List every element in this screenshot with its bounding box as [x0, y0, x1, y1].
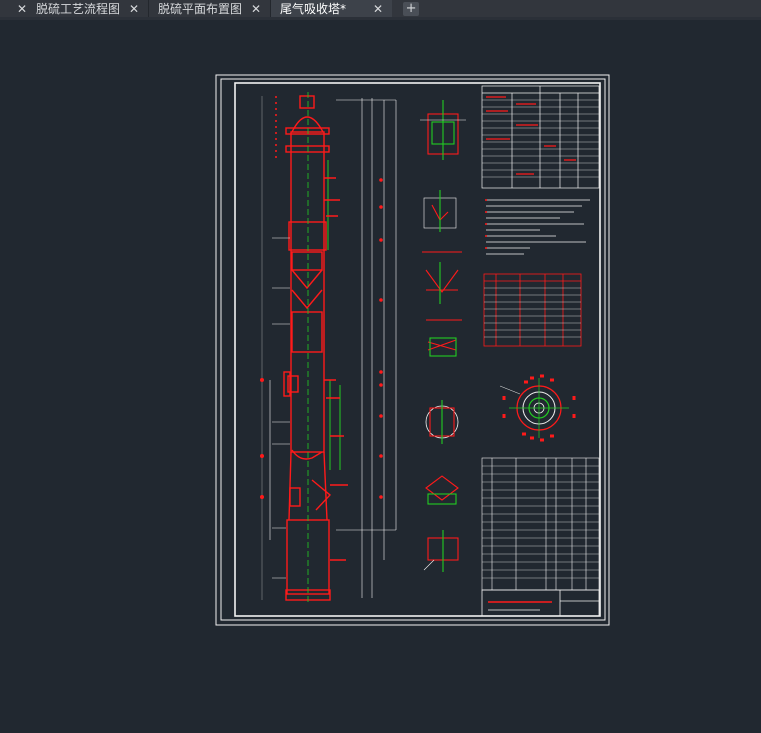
absorption-tower [260, 92, 397, 604]
tab-label: 尾气吸收塔* [280, 2, 347, 16]
technical-notes [485, 199, 590, 255]
close-icon[interactable]: ✕ [16, 2, 28, 16]
close-icon[interactable]: ✕ [372, 2, 384, 16]
outer-frame [215, 74, 610, 626]
detail-views [420, 100, 466, 572]
title-block [481, 589, 600, 617]
close-icon[interactable]: ✕ [250, 2, 262, 16]
tab-label: 脱硫工艺流程图 [36, 2, 121, 16]
tab-tail-gas-absorber[interactable]: 尾气吸收塔* ✕ [271, 0, 393, 17]
cad-drawing [215, 74, 610, 626]
tab-bar: ✕ 脱硫工艺流程图 ✕ 脱硫平面布置图 ✕ 尾气吸收塔* ✕ + [0, 0, 761, 17]
parts-list-table [481, 457, 600, 591]
design-data-table [481, 85, 600, 189]
tab-desulfurization-layout[interactable]: 脱硫平面布置图 ✕ [149, 0, 270, 17]
new-tab-button[interactable]: + [400, 0, 422, 17]
tab-label: 脱硫平面布置图 [158, 2, 243, 16]
tab-desulfurization-process[interactable]: ✕ 脱硫工艺流程图 ✕ [0, 0, 148, 17]
border-frame [220, 78, 606, 621]
plus-icon: + [403, 1, 420, 16]
close-icon[interactable]: ✕ [128, 2, 140, 16]
nozzle-table [483, 273, 582, 347]
drawing-canvas[interactable] [0, 20, 761, 729]
nozzle-orientation-view [499, 374, 576, 442]
